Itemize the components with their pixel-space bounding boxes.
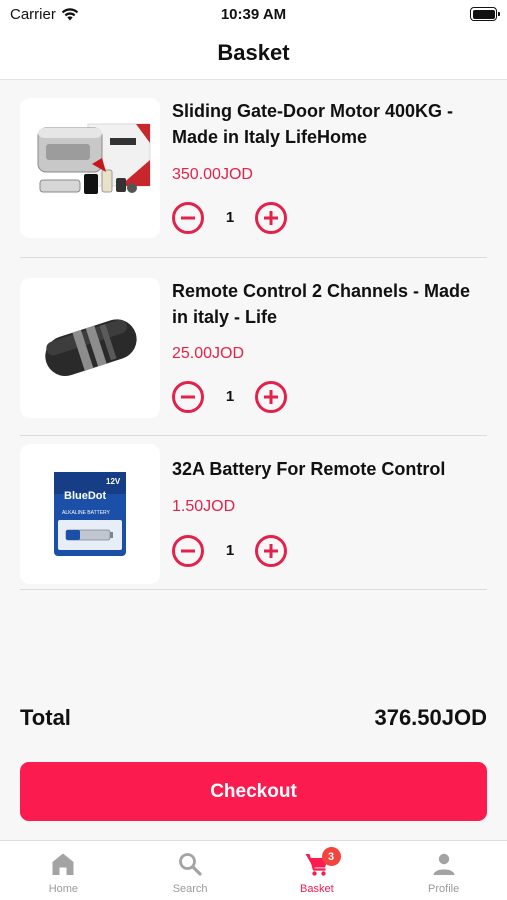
product-price: 350.00JOD bbox=[172, 166, 253, 183]
tab-bar: Home Search Basket 3 Profile bbox=[0, 840, 507, 900]
home-icon bbox=[52, 853, 74, 875]
battery-icon bbox=[470, 7, 500, 21]
decrease-quantity-button[interactable] bbox=[172, 202, 204, 234]
person-icon bbox=[433, 853, 455, 875]
increase-quantity-button[interactable] bbox=[255, 202, 287, 234]
status-time: 10:39 AM bbox=[220, 6, 287, 23]
product-name[interactable]: Remote Control 2 Channels - Made in ital… bbox=[172, 278, 487, 330]
basket-item: Remote Control 2 Channels - Made in ital… bbox=[20, 258, 487, 436]
total-value: 376.50JOD bbox=[374, 705, 487, 730]
tab-label-home: Home bbox=[48, 883, 79, 895]
quantity-value: 1 bbox=[225, 209, 235, 226]
increase-quantity-button[interactable] bbox=[255, 381, 287, 413]
checkout-button[interactable]: Checkout bbox=[20, 762, 487, 821]
total-label: Total bbox=[20, 705, 71, 730]
search-icon bbox=[179, 853, 202, 876]
tab-label-profile: Profile bbox=[428, 883, 460, 895]
navigation-header: Basket bbox=[0, 30, 507, 80]
status-bar: Carrier 10:39 AM bbox=[0, 0, 507, 30]
cart-count-badge: 3 bbox=[321, 847, 341, 866]
battery-voltage-label: 12V bbox=[106, 477, 121, 486]
decrease-quantity-button[interactable] bbox=[172, 381, 204, 413]
tab-label-search: Search bbox=[172, 883, 208, 895]
increase-quantity-button[interactable] bbox=[255, 535, 287, 567]
basket-item: Sliding Gate-Door Motor 400KG - Made in … bbox=[20, 88, 487, 258]
tab-search[interactable]: Search bbox=[127, 841, 254, 900]
tab-profile[interactable]: Profile bbox=[380, 841, 507, 900]
tab-label-basket: Basket bbox=[300, 883, 334, 895]
product-name[interactable]: 32A Battery For Remote Control bbox=[172, 456, 487, 482]
battery-brand-label: BlueDot bbox=[64, 490, 107, 502]
decrease-quantity-button[interactable] bbox=[172, 535, 204, 567]
quantity-value: 1 bbox=[225, 542, 235, 559]
page-title: Basket bbox=[217, 40, 290, 65]
tab-home[interactable]: Home bbox=[0, 841, 127, 900]
battery-product-icon[interactable]: BlueDot 12V ALKALINE BATTERY bbox=[20, 444, 160, 584]
tab-basket[interactable]: Basket 3 bbox=[254, 841, 381, 900]
battery-type-label: ALKALINE BATTERY bbox=[62, 510, 111, 516]
basket-item: BlueDot 12V ALKALINE BATTERY 32A Battery… bbox=[20, 436, 487, 590]
product-price: 1.50JOD bbox=[172, 498, 236, 515]
quantity-value: 1 bbox=[225, 388, 235, 405]
remote-control-product-icon[interactable] bbox=[20, 278, 160, 418]
product-name[interactable]: Sliding Gate-Door Motor 400KG - Made in … bbox=[172, 98, 487, 150]
gate-motor-product-icon[interactable] bbox=[20, 98, 160, 238]
product-price: 25.00JOD bbox=[172, 345, 245, 362]
